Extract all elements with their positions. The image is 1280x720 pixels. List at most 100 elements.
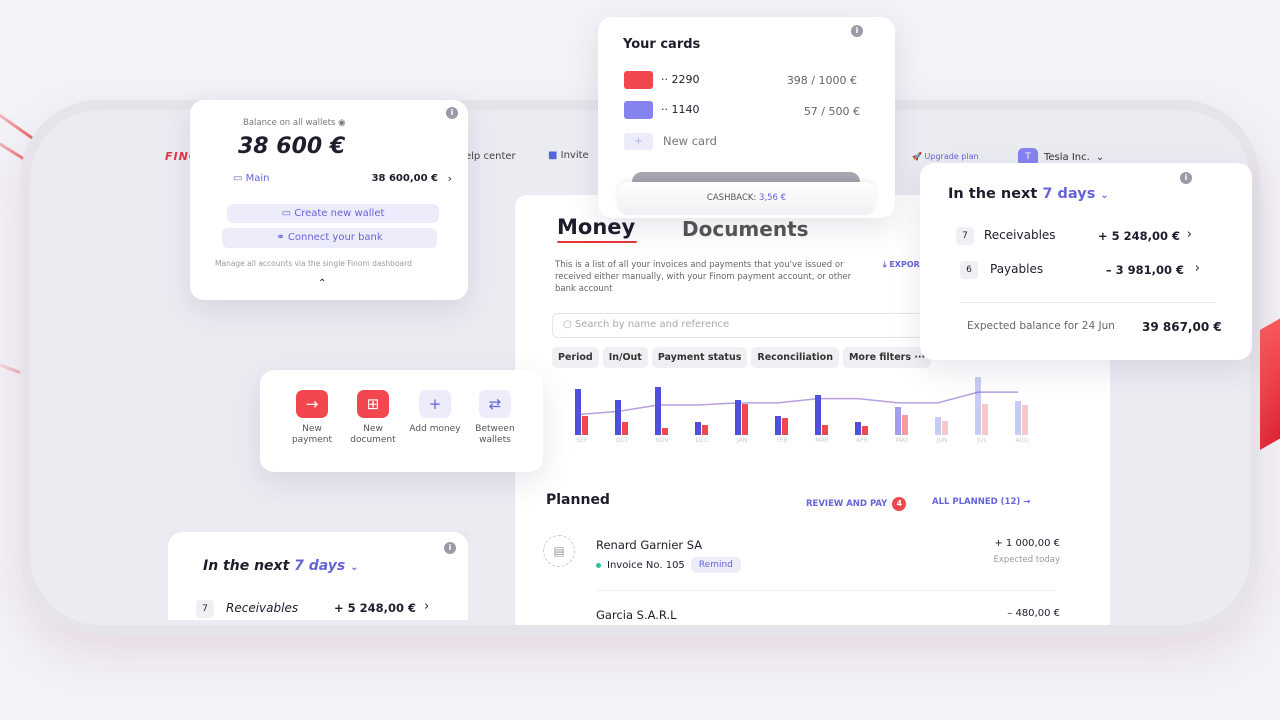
incoming-bar (855, 422, 861, 435)
card-limit: 398 / 1000 € (786, 74, 857, 87)
plus-icon[interactable]: + (624, 133, 653, 150)
info-icon[interactable]: i (446, 107, 458, 119)
chevron-up-icon[interactable]: ⌃ (318, 278, 326, 289)
card-number[interactable]: ·· 2290 (661, 73, 699, 86)
balance-amount: 38 600 € (238, 134, 346, 159)
month-label: DEC (695, 437, 709, 444)
chevron-right-icon[interactable]: › (424, 599, 429, 614)
filter-in-out[interactable]: In/Out (602, 347, 648, 368)
upgrade-plan-link[interactable]: 🚀 Upgrade plan (912, 152, 979, 161)
cards-title: Your cards (623, 37, 701, 52)
review-count-badge: 4 (892, 497, 907, 511)
new-card-button[interactable]: New card (663, 134, 717, 148)
payables-amount: – 3 981,00 € (1105, 263, 1184, 277)
receivables-label[interactable]: Receivables (226, 601, 298, 615)
payables-label[interactable]: Payables (990, 262, 1043, 276)
balance-line (577, 391, 1018, 416)
all-planned-link[interactable]: ALL PLANNED (12) → (932, 497, 1030, 507)
planned-item-name[interactable]: Garcia S.A.R.L (596, 608, 677, 622)
month-label: FEB (776, 437, 788, 444)
chevron-right-icon[interactable]: › (448, 172, 452, 185)
expected-balance-label: Expected balance for 24 Jun (967, 320, 1115, 332)
outgoing-bar (822, 425, 828, 435)
balance-label: Balance on all wallets ◉ (243, 118, 346, 128)
wallet-icon: ▭ (281, 208, 292, 219)
tab-money[interactable]: Money (557, 215, 635, 239)
download-icon: ⤓ (883, 260, 887, 269)
balance-line (577, 391, 1018, 416)
info-icon[interactable]: i (851, 25, 863, 37)
receivables-count: 7 (196, 600, 214, 618)
tab-underline (557, 241, 637, 243)
help-center-link[interactable]: elp center (465, 151, 516, 162)
status-dot (596, 562, 601, 568)
planned-item-amount: – 480,00 € (1007, 608, 1060, 619)
description: This is a list of all your invoices and … (555, 260, 852, 294)
chevron-right-icon[interactable]: › (1187, 227, 1192, 242)
review-and-pay-link[interactable]: REVIEW AND PAY 4 (806, 497, 907, 511)
next-days-title[interactable]: In the next 7 days ⌄ (203, 558, 359, 574)
receivables-count: 7 (956, 227, 974, 245)
filter-more[interactable]: More filters ··· (842, 347, 932, 368)
invite-link[interactable]: ■ Invite (548, 150, 589, 161)
month-label: AUG (1015, 437, 1029, 444)
filter-period[interactable]: Period (552, 347, 599, 368)
incoming-bar (775, 415, 781, 435)
filter-bar: Period In/Out Payment status Reconciliation… (552, 345, 935, 368)
incoming-bar (815, 395, 821, 435)
remind-button[interactable]: Remind (690, 557, 741, 573)
balance-card: i Balance on all wallets ◉ 38 600 € ▭ Ma… (190, 100, 468, 300)
next-days-card: i In the next 7 days ⌄ 7 Receivables + 5… (920, 163, 1252, 360)
create-wallet-button[interactable]: ▭ Create new wallet (227, 204, 439, 223)
incoming-bar (1015, 400, 1021, 435)
month-label: MAR (815, 437, 829, 444)
tab-documents[interactable]: Documents (682, 217, 809, 241)
add-money-button[interactable]: + Add money (405, 390, 465, 435)
search-input[interactable]: ○ Search by name and reference (552, 313, 972, 338)
incoming-bar (615, 399, 621, 435)
month-label: JUL (977, 437, 987, 444)
month-label: JUN (936, 437, 948, 444)
arrow-right-icon: → (1023, 497, 1031, 507)
info-icon[interactable]: i (444, 542, 456, 554)
document-plus-icon: ⊞ (357, 390, 389, 418)
eye-icon[interactable]: ◉ (338, 118, 345, 128)
card-thumbnail (624, 101, 653, 119)
wallet-icon: ▭ (233, 173, 243, 184)
month-label: MAY (895, 437, 909, 444)
new-payment-button[interactable]: → New payment (282, 390, 342, 446)
incoming-bar (735, 399, 741, 435)
month-label: APR (856, 437, 868, 444)
export-button[interactable]: ⤓ EXPOR (883, 260, 920, 270)
outgoing-bar (662, 427, 668, 435)
between-wallets-button[interactable]: ⇄ Between wallets (465, 390, 525, 446)
new-document-button[interactable]: ⊞ New document (343, 390, 403, 446)
filter-payment-status[interactable]: Payment status (651, 347, 748, 368)
outgoing-bar (702, 425, 708, 435)
planned-title: Planned (546, 492, 610, 508)
incoming-bar (575, 388, 581, 435)
chevron-down-icon: ⌄ (350, 562, 359, 573)
month-label: NOV (655, 437, 669, 444)
wallet-main[interactable]: ▭ Main (233, 173, 270, 184)
incoming-bar (655, 386, 661, 435)
filter-reconciliation[interactable]: Reconciliation (751, 347, 839, 368)
rocket-icon: 🚀 (912, 152, 922, 161)
card-number[interactable]: ·· 1140 (661, 103, 699, 116)
next-days-title[interactable]: In the next 7 days ⌄ (948, 186, 1109, 202)
receivables-label[interactable]: Receivables (984, 228, 1056, 242)
expected-balance-amount: 39 867,00 € (1142, 320, 1222, 334)
receivables-amount: + 5 248,00 € (1097, 229, 1180, 243)
outgoing-bar (782, 417, 788, 435)
planned-item-name[interactable]: Renard Garnier SA (596, 538, 702, 552)
info-icon[interactable]: i (1180, 172, 1192, 184)
chevron-right-icon[interactable]: › (1195, 261, 1200, 276)
outgoing-bar (1022, 405, 1028, 435)
outgoing-bar (622, 422, 628, 435)
incoming-bar (695, 422, 701, 435)
cashflow-chart: SEP OCT NOV DEC JAN FEB MAR APR MAY JUN JUL AUG (560, 375, 1029, 445)
transfer-icon: ⇄ (479, 390, 511, 418)
next-days-card-clip: i In the next 7 days ⌄ 7 Receivables + 5… (168, 532, 468, 620)
connect-bank-button[interactable]: ⚭ Connect your bank (222, 228, 437, 248)
outgoing-bar (582, 415, 588, 435)
